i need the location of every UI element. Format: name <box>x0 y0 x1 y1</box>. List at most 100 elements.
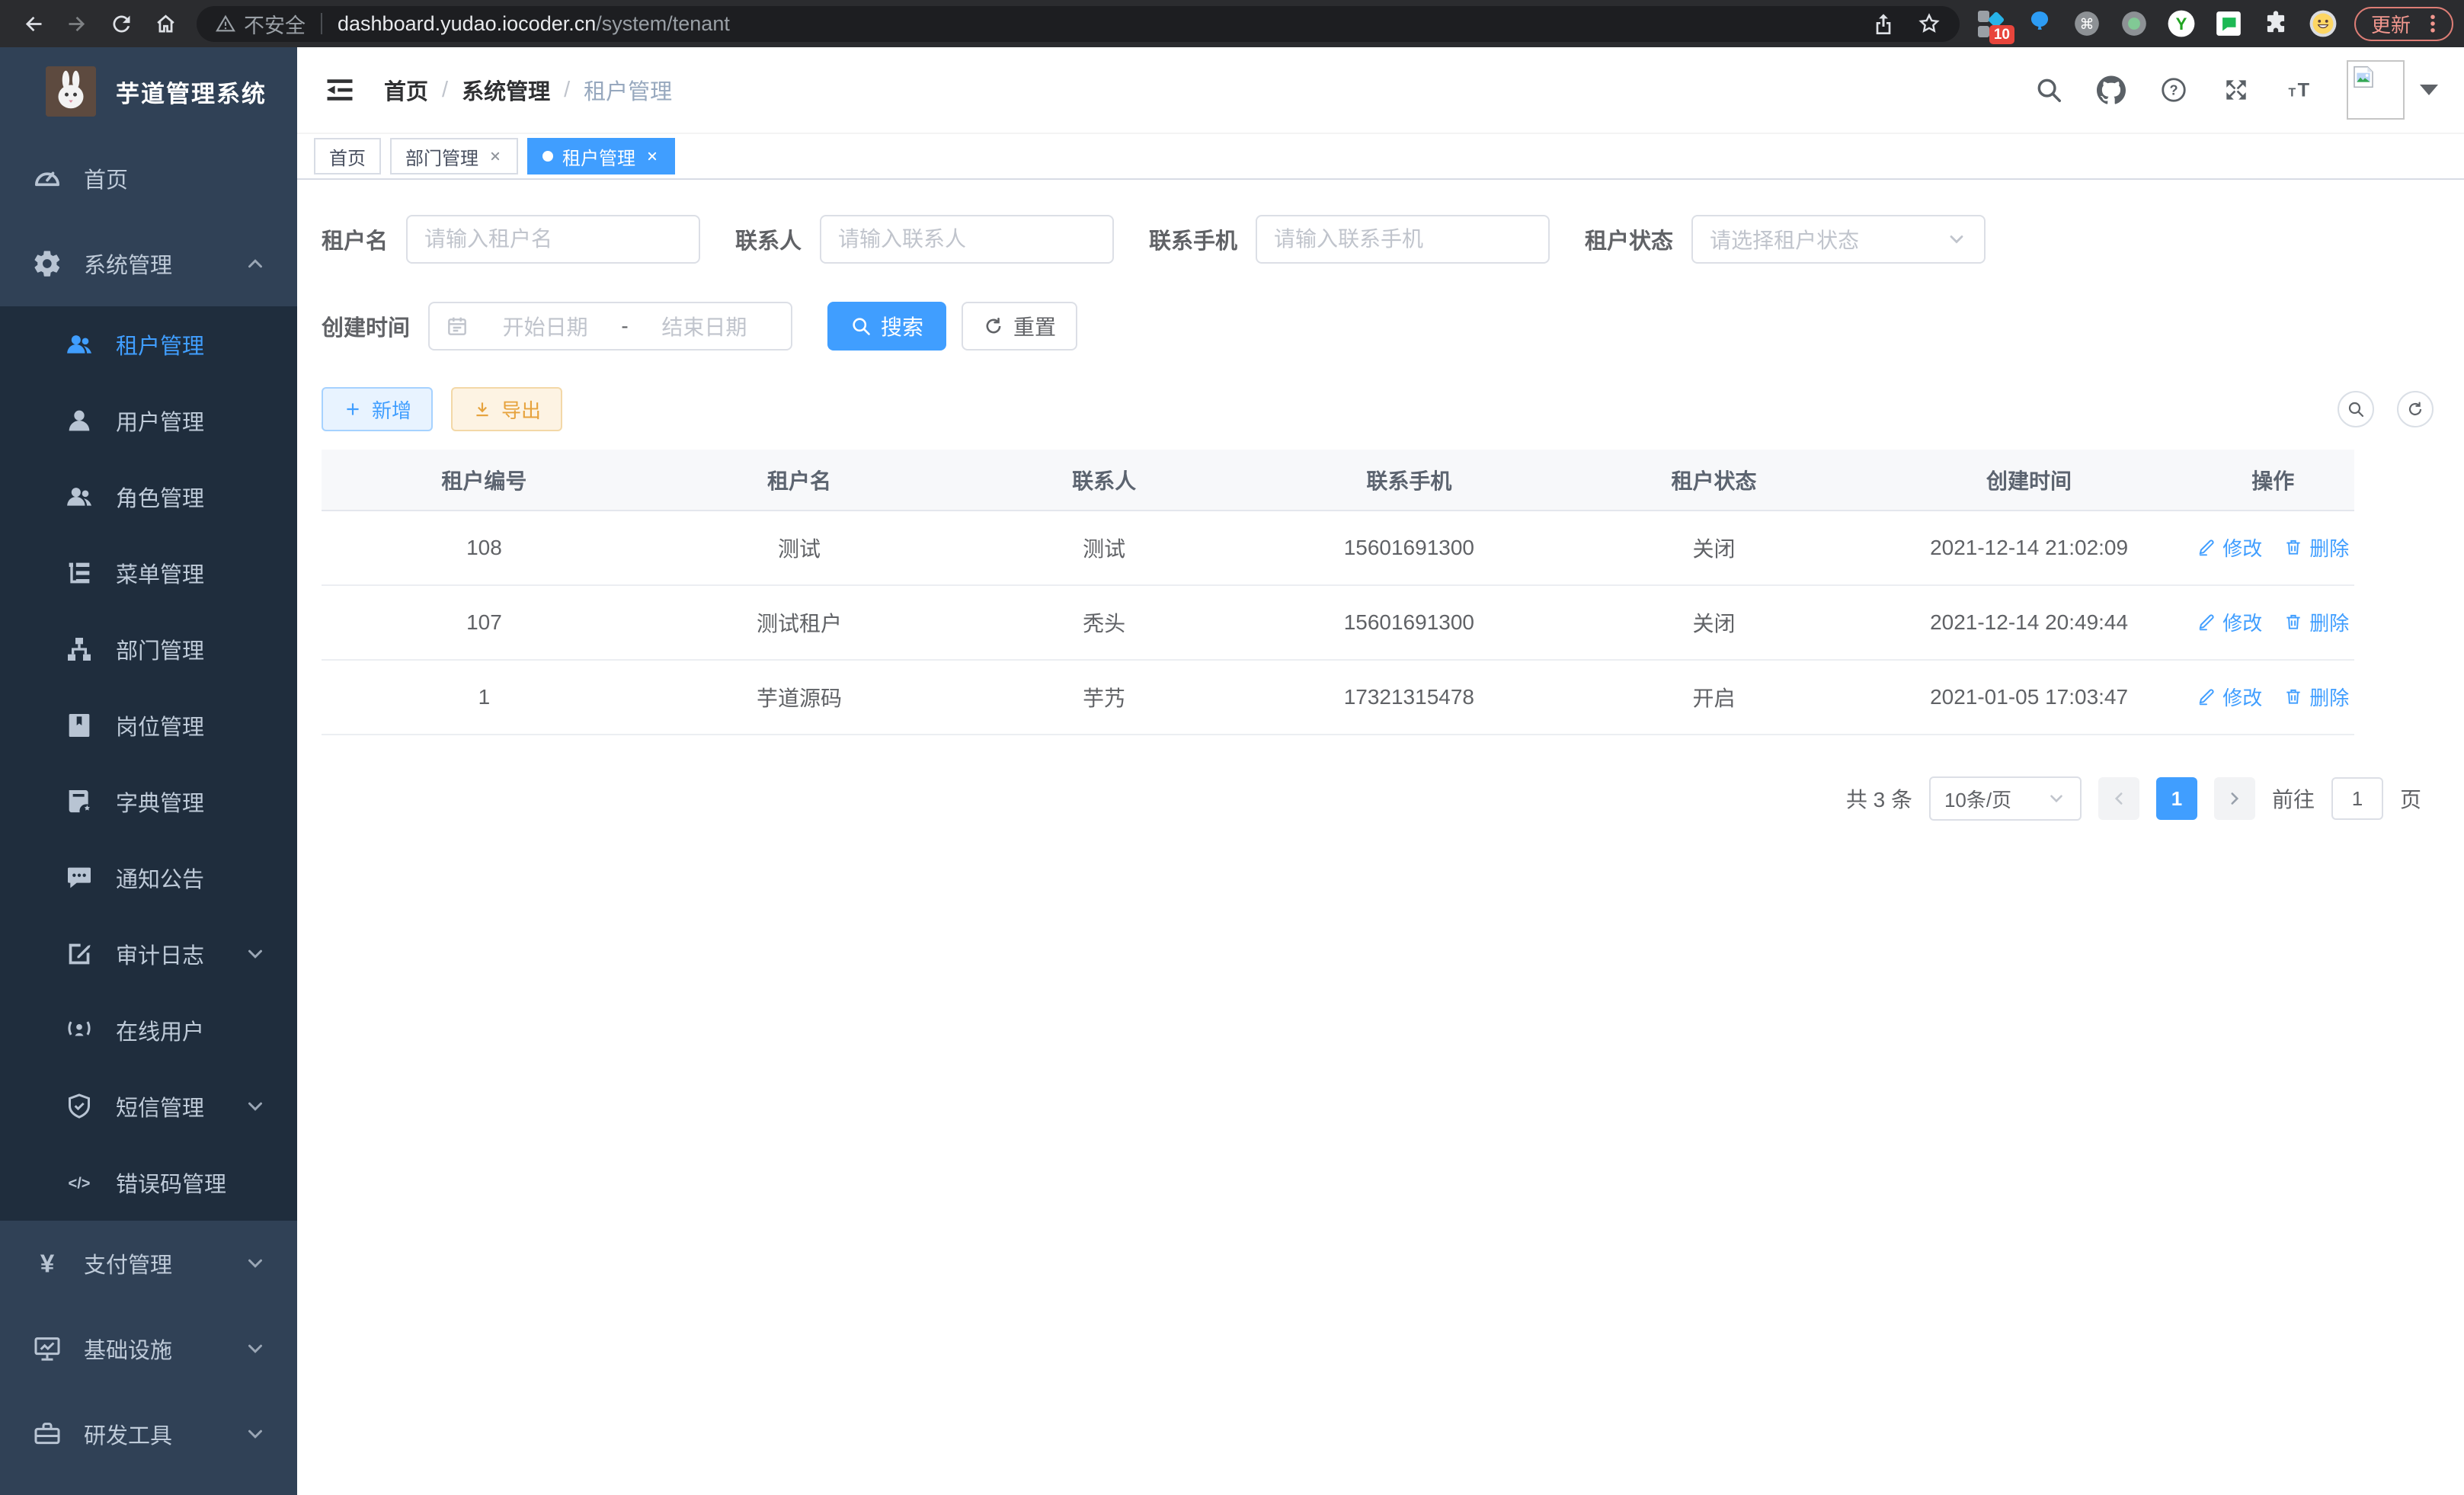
breadcrumb-item[interactable]: 系统管理 <box>462 74 550 106</box>
prev-page-button[interactable] <box>2098 777 2139 820</box>
help-icon[interactable] <box>2159 75 2188 104</box>
search-button[interactable]: 搜索 <box>827 302 946 351</box>
delete-link[interactable]: 删除 <box>2283 533 2349 562</box>
date-separator: - <box>616 314 632 338</box>
sidebar-item-online-user[interactable]: 在线用户 <box>0 992 297 1068</box>
mobile-input[interactable] <box>1256 215 1550 264</box>
browser-update-button[interactable]: 更新 <box>2354 7 2453 41</box>
page-number-1[interactable]: 1 <box>2156 777 2197 820</box>
extension-emoji-icon[interactable] <box>2307 8 2339 40</box>
tenant-name-input[interactable] <box>406 215 700 264</box>
extension-balloon-icon[interactable] <box>2024 8 2056 40</box>
goto-page-input[interactable] <box>2331 777 2383 820</box>
breadcrumb-separator: / <box>564 78 570 103</box>
sidebar-item-system[interactable]: 系统管理 <box>0 221 297 306</box>
create-time-range-picker[interactable]: 开始日期 - 结束日期 <box>428 302 792 351</box>
gear-icon <box>32 248 62 279</box>
browser-menu-kebab-icon[interactable] <box>2421 12 2444 35</box>
extensions-puzzle-icon[interactable] <box>2260 8 2292 40</box>
actions-cell: 修改删除 <box>2192 511 2355 585</box>
tab-home[interactable]: 首页 <box>314 138 381 174</box>
sidebar-item-infrastructure[interactable]: 基础设施 <box>0 1306 297 1391</box>
font-size-icon[interactable] <box>2284 75 2313 104</box>
tenant-status-select[interactable]: 请选择租户状态 <box>1691 215 1986 264</box>
sidebar-item-role[interactable]: 角色管理 <box>0 459 297 535</box>
trash-icon <box>2283 612 2303 632</box>
sidebar-item-menu[interactable]: 菜单管理 <box>0 535 297 611</box>
yen-icon <box>32 1248 62 1279</box>
sidebar-item-post[interactable]: 岗位管理 <box>0 687 297 764</box>
table-cell: 15601691300 <box>1256 585 1561 660</box>
add-button[interactable]: 新增 <box>322 387 433 431</box>
app-logo[interactable]: 芋道管理系统 <box>0 47 297 136</box>
browser-forward-button[interactable] <box>55 5 99 43</box>
not-secure-icon <box>215 13 236 34</box>
table-cell: 秃头 <box>952 585 1256 660</box>
page-size-select[interactable]: 10条/页 <box>1929 776 2082 821</box>
bookmark-star-icon[interactable] <box>1917 11 1941 36</box>
sidebar-item-audit-log[interactable]: 审计日志 <box>0 916 297 992</box>
filter-label: 创建时间 <box>322 310 410 342</box>
dict-icon <box>64 786 94 817</box>
tab-tenant[interactable]: 租户管理 <box>527 138 675 174</box>
export-button[interactable]: 导出 <box>451 387 562 431</box>
chevron-up-icon <box>244 252 267 275</box>
breadcrumb: 首页/系统管理/租户管理 <box>384 74 672 106</box>
edit-link[interactable]: 修改 <box>2197 533 2262 562</box>
next-page-button[interactable] <box>2214 777 2255 820</box>
browser-home-button[interactable] <box>143 5 187 43</box>
extension-command-icon[interactable]: ⌘ <box>2071 8 2103 40</box>
sidebar-item-label: 用户管理 <box>116 405 204 437</box>
sidebar-item-sms[interactable]: 短信管理 <box>0 1068 297 1144</box>
sidebar-item-user[interactable]: 用户管理 <box>0 383 297 459</box>
table-cell: 测试租户 <box>647 585 952 660</box>
sidebar-item-dict[interactable]: 字典管理 <box>0 764 297 840</box>
pagination: 共 3 条 10条/页 1 前往 页 <box>322 776 2434 821</box>
share-icon[interactable] <box>1871 11 1896 36</box>
github-icon[interactable] <box>2097 75 2126 104</box>
svg-text:⌘: ⌘ <box>2079 17 2094 33</box>
sidebar-item-label: 岗位管理 <box>116 709 204 741</box>
breadcrumb-item[interactable]: 首页 <box>384 74 428 106</box>
toggle-search-button[interactable] <box>2338 391 2374 427</box>
extension-chat-icon[interactable] <box>2213 8 2245 40</box>
browser-back-button[interactable] <box>11 5 55 43</box>
search-icon[interactable] <box>2034 75 2063 104</box>
monitor-icon <box>32 1333 62 1364</box>
menutree-icon <box>64 558 94 588</box>
sidebar-item-home[interactable]: 首页 <box>0 136 297 221</box>
delete-link[interactable]: 删除 <box>2283 608 2349 636</box>
start-date-placeholder: 开始日期 <box>474 311 616 341</box>
edit-link[interactable]: 修改 <box>2197 683 2262 711</box>
sidebar-item-notice[interactable]: 通知公告 <box>0 840 297 916</box>
browser-reload-button[interactable] <box>99 5 143 43</box>
top-navbar: 首页/系统管理/租户管理 <box>297 47 2464 134</box>
close-icon <box>488 149 503 164</box>
extension-record-icon[interactable] <box>2118 8 2150 40</box>
contact-input[interactable] <box>820 215 1114 264</box>
extension-y-icon[interactable]: Y <box>2165 8 2197 40</box>
audit-icon <box>64 939 94 969</box>
chevron-down-icon <box>244 1252 267 1275</box>
shield-icon <box>64 1091 94 1122</box>
sidebar-item-tenant[interactable]: 租户管理 <box>0 306 297 383</box>
user-icon <box>64 405 94 436</box>
sidebar-item-error-code[interactable]: 错误码管理 <box>0 1144 297 1221</box>
tab-label: 部门管理 <box>405 143 478 170</box>
fullscreen-icon[interactable] <box>2222 75 2251 104</box>
sidebar-item-dept[interactable]: 部门管理 <box>0 611 297 687</box>
user-avatar-dropdown[interactable] <box>2347 60 2438 120</box>
reset-button[interactable]: 重置 <box>962 302 1077 351</box>
refresh-table-button[interactable] <box>2397 391 2434 427</box>
edit-link[interactable]: 修改 <box>2197 608 2262 636</box>
delete-link[interactable]: 删除 <box>2283 683 2349 711</box>
sidebar-item-dev-tools[interactable]: 研发工具 <box>0 1391 297 1477</box>
tab-dept[interactable]: 部门管理 <box>390 138 518 174</box>
address-bar[interactable]: 不安全 dashboard.yudao.iocoder.cn /system/t… <box>197 6 1960 42</box>
extension-tabs-icon[interactable]: 10 <box>1976 8 2008 40</box>
sidebar-fold-icon[interactable] <box>323 73 357 107</box>
sidebar-item-payment[interactable]: 支付管理 <box>0 1221 297 1306</box>
tenant-table: 租户编号租户名联系人联系手机租户状态创建时间操作 108测试测试15601691… <box>322 450 2354 735</box>
table-row: 107测试租户秃头15601691300关闭2021-12-14 20:49:4… <box>322 585 2354 660</box>
browser-toolbar: 不安全 dashboard.yudao.iocoder.cn /system/t… <box>0 0 2464 47</box>
